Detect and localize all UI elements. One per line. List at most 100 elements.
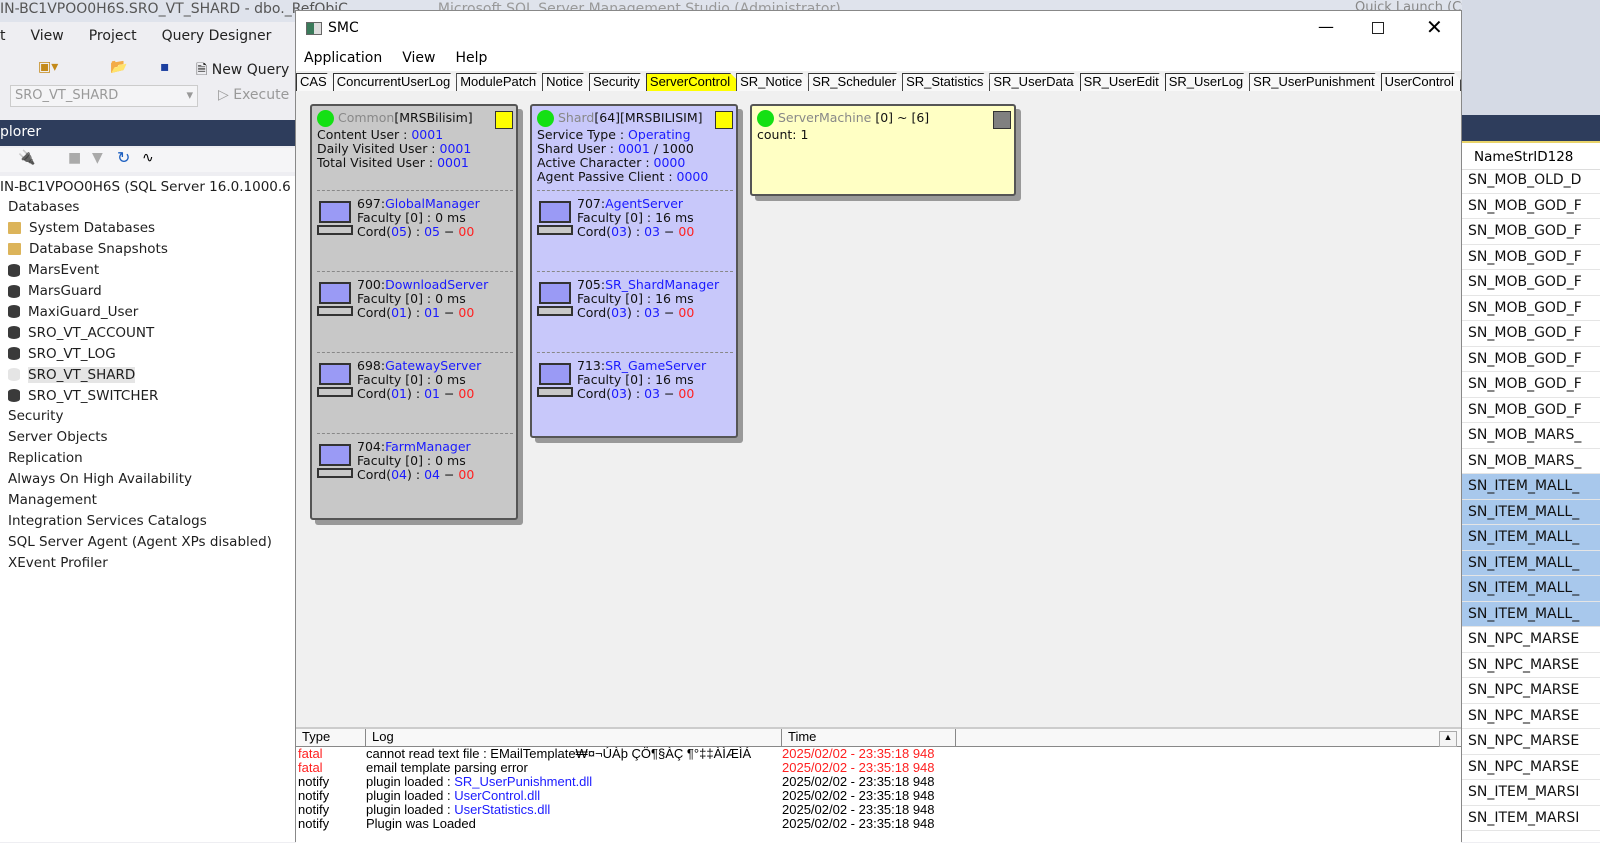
grid-row[interactable]: SN_MOB_GOD_F (1462, 194, 1600, 219)
log-column-type[interactable]: Type (296, 729, 366, 746)
tab-servercontrol[interactable]: ServerControl (646, 73, 737, 91)
grid-row[interactable]: SN_MOB_GOD_F (1462, 296, 1600, 321)
grid-row[interactable]: SN_MOB_GOD_F (1462, 245, 1600, 270)
connect-icon[interactable]: 🔌 (18, 150, 35, 166)
grid-row[interactable]: SN_NPC_MARSE (1462, 729, 1600, 755)
menu-item[interactable]: View (31, 28, 64, 52)
shard-card[interactable]: Shard[64][MRSBILISIM] Service Type : Ope… (530, 104, 738, 438)
execute-button[interactable]: ▷ Execute (218, 87, 289, 103)
grid-row[interactable]: SN_MOB_GOD_F (1462, 219, 1600, 245)
grid-row[interactable]: SN_MOB_GOD_F (1462, 372, 1600, 398)
grid-row[interactable]: SN_MOB_GOD_F (1462, 321, 1600, 347)
smc-menu-item[interactable]: View (402, 50, 435, 68)
tree-node[interactable]: MaxiGuard_User (8, 301, 138, 322)
tree-node[interactable]: System Databases (8, 218, 155, 239)
tab-sr_userdata[interactable]: SR_UserData (989, 73, 1080, 91)
grid-row[interactable]: SN_NPC_MARSE (1462, 627, 1600, 653)
common-card[interactable]: Common[MRSBilisim] Content User : 0001 Da… (310, 104, 518, 520)
grid-column-header[interactable]: NameStrID128 (1462, 145, 1600, 170)
server-entry[interactable]: 700:DownloadServer Faculty [0] : 0 ms Cord… (317, 271, 513, 341)
tree-node[interactable]: MarsGuard (8, 281, 102, 302)
tree-node[interactable]: SRO_VT_ACCOUNT (8, 322, 154, 343)
scroll-up-button[interactable]: ▲ (1439, 731, 1457, 747)
tab-sr_statistics[interactable]: SR_Statistics (902, 73, 990, 91)
log-row[interactable]: notify plugin loaded : SR_UserPunishment.… (296, 775, 1461, 789)
maximize-button[interactable] (1372, 22, 1384, 34)
database-combo[interactable]: SRO_VT_SHARD ▾ (10, 85, 198, 107)
grid-row[interactable]: SN_ITEM_MARSI (1462, 806, 1600, 831)
tree-node[interactable]: MarsEvent (8, 260, 99, 281)
tree-node[interactable]: XEvent Profiler (8, 552, 108, 573)
server-entry[interactable]: 697:GlobalManager Faculty [0] : 0 ms Cord(… (317, 190, 513, 260)
grid-row[interactable]: SN_MOB_MARS_ (1462, 449, 1600, 474)
new-query-button[interactable]: 🗎 New Query (196, 59, 289, 83)
tree-node[interactable]: Always On High Availability (8, 469, 192, 490)
status-square-icon[interactable] (993, 111, 1011, 129)
tree-node[interactable]: SQL Server Agent (Agent XPs disabled) (8, 531, 272, 552)
menu-item[interactable]: Query Designer (162, 28, 272, 52)
activity-monitor-icon[interactable]: ∿ (142, 150, 154, 166)
server-entry[interactable]: 707:AgentServer Faculty [0] : 16 ms Cord(0… (537, 190, 733, 260)
tree-node[interactable]: SRO_VT_LOG (8, 343, 116, 364)
status-square-icon[interactable] (715, 111, 733, 129)
tree-node[interactable]: SRO_VT_SHARD (8, 364, 136, 385)
new-item-icon[interactable]: ▣▾ (38, 59, 58, 75)
close-button[interactable]: ✕ (1426, 15, 1443, 39)
grid-row[interactable]: SN_ITEM_MALL_ (1462, 499, 1600, 525)
tab-cas[interactable]: CAS (296, 73, 334, 91)
grid-row[interactable]: SN_ITEM_MALL_ (1462, 550, 1600, 576)
grid-row[interactable]: SN_ITEM_MALL_ (1462, 474, 1600, 500)
log-column-time[interactable]: Time (782, 729, 956, 746)
tab-sr_notice[interactable]: SR_Notice (736, 73, 809, 91)
stop-icon[interactable]: ■ (68, 150, 81, 166)
grid-row[interactable]: SN_MOB_GOD_F (1462, 398, 1600, 423)
tab-sr_useredit[interactable]: SR_UserEdit (1080, 73, 1166, 91)
grid-row[interactable]: SN_NPC_MARSE (1462, 755, 1600, 780)
tree-node[interactable]: Management (8, 490, 97, 511)
grid-row[interactable]: SN_ITEM_MALL_ (1462, 576, 1600, 602)
grid-row[interactable]: SN_MOB_OLD_D (1462, 168, 1600, 194)
smc-menu-item[interactable]: Application (304, 50, 382, 68)
tab-concurrentuserlog[interactable]: ConcurrentUserLog (333, 73, 457, 91)
grid-row[interactable]: SN_MOB_MARS_ (1462, 423, 1600, 449)
tab-usercontrol[interactable]: UserControl (1381, 73, 1461, 91)
server-entry[interactable]: 698:GatewayServer Faculty [0] : 0 ms Cord(… (317, 352, 513, 422)
grid-row[interactable]: SN_ITEM_MALL_ (1462, 601, 1600, 627)
log-row[interactable]: notify plugin loaded : UserControl.dll 202… (296, 789, 1461, 803)
tree-node[interactable]: Integration Services Catalogs (8, 510, 207, 531)
tab-security[interactable]: Security (589, 73, 647, 91)
minimize-button[interactable]: — (1318, 17, 1334, 36)
grid-row[interactable]: SN_ITEM_MALL_ (1462, 525, 1600, 551)
tree-node[interactable]: Server Objects (8, 427, 108, 448)
server-entry[interactable]: 705:SR_ShardManager Faculty [0] : 16 ms Co… (537, 271, 733, 341)
grid-row[interactable]: SN_MOB_GOD_F (1462, 347, 1600, 372)
tab-notice[interactable]: Notice (542, 73, 590, 91)
grid-row[interactable]: SN_NPC_MARSE (1462, 678, 1600, 704)
grid-row[interactable]: SN_MOB_GOD_F (1462, 270, 1600, 296)
tree-node[interactable]: Security (8, 406, 63, 427)
tab-modulepatch[interactable]: ModulePatch (456, 73, 543, 91)
smc-menu-item[interactable]: Help (455, 50, 487, 68)
tree-node[interactable]: Database Snapshots (8, 239, 168, 260)
log-row[interactable]: fatal email template parsing error 2025/02… (296, 761, 1461, 775)
menu-item[interactable]: Project (89, 28, 137, 52)
server-machine-card[interactable]: ServerMachine [0] ~ [6] count: 1 (750, 104, 1016, 196)
server-entry[interactable]: 704:FarmManager Faculty [0] : 0 ms Cord(04… (317, 433, 513, 503)
tab-sr_scheduler[interactable]: SR_Scheduler (808, 73, 903, 91)
tab-sr_userpunishment[interactable]: SR_UserPunishment (1249, 73, 1381, 91)
tab-sr_userlog[interactable]: SR_UserLog (1165, 73, 1250, 91)
tree-node[interactable]: Replication (8, 448, 83, 469)
tree-node[interactable]: Databases (8, 197, 79, 218)
status-square-icon[interactable] (495, 111, 513, 129)
log-row[interactable]: fatal cannot read text file : EMailTempla… (296, 747, 1461, 761)
filter-icon[interactable]: ▼ (92, 150, 103, 166)
server-entry[interactable]: 713:SR_GameServer Faculty [0] : 16 ms Cord… (537, 352, 733, 422)
save-all-icon[interactable]: ▪ (160, 59, 170, 75)
grid-row[interactable]: SN_NPC_MARSE (1462, 653, 1600, 678)
open-file-icon[interactable]: 📂 (110, 59, 127, 75)
log-row[interactable]: notify Plugin was Loaded 2025/02/02 - 23:3… (296, 817, 1461, 831)
grid-row[interactable]: SN_ITEM_MARSI (1462, 780, 1600, 806)
log-column-log[interactable]: Log (366, 729, 782, 746)
grid-row[interactable]: SN_NPC_MARSE (1462, 704, 1600, 729)
tree-node[interactable]: SRO_VT_SWITCHER (8, 385, 158, 406)
